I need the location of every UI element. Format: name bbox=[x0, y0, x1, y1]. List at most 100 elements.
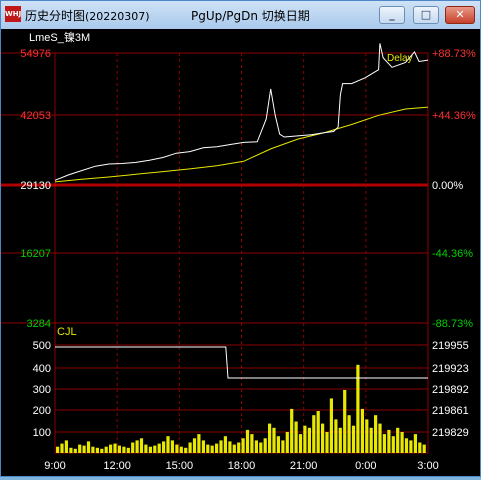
volume-bar bbox=[312, 415, 316, 453]
left-axis-labels: 54976 42053 29130 16207 3284 500 400 300 200 100 bbox=[20, 48, 51, 439]
chart-grid bbox=[1, 52, 429, 454]
percent-tick-label: -88.73% bbox=[432, 318, 473, 330]
volume-bar bbox=[321, 423, 325, 453]
time-tick-label: 0:00 bbox=[355, 460, 376, 472]
volume-bar bbox=[316, 411, 320, 453]
time-tick-label: 9:00 bbox=[44, 460, 65, 472]
position-tick-label: 219955 bbox=[432, 340, 469, 352]
volume-bar bbox=[281, 440, 285, 453]
volume-bar bbox=[157, 443, 161, 453]
volume-bar bbox=[329, 398, 333, 453]
volume-bar bbox=[334, 419, 338, 453]
volume-bar bbox=[360, 408, 364, 453]
volume-bar bbox=[290, 408, 294, 453]
volume-bar bbox=[104, 446, 108, 453]
volume-bar bbox=[192, 438, 197, 453]
volume-bar bbox=[86, 441, 91, 453]
volume-bar bbox=[109, 444, 113, 453]
volume-bar bbox=[365, 419, 369, 453]
right-axis-labels: +88.73% +44.36% 0.00% -44.36% -88.73% 219955 2… bbox=[432, 48, 476, 439]
volume-bar bbox=[91, 446, 95, 453]
volume-bar bbox=[347, 415, 351, 453]
position-tick-label: 219861 bbox=[432, 405, 469, 417]
position-tick-label: 219923 bbox=[432, 363, 469, 375]
volume-bar bbox=[113, 443, 117, 453]
volume-tick-label: 200 bbox=[33, 405, 51, 417]
volume-bar bbox=[219, 440, 223, 453]
window-title-date: (20220307) bbox=[85, 10, 150, 23]
volume-bar bbox=[250, 434, 254, 453]
minimize-button[interactable]: _ bbox=[379, 6, 405, 24]
volume-bar bbox=[400, 432, 404, 453]
volume-bar bbox=[338, 427, 342, 453]
volume-bar bbox=[254, 440, 258, 453]
volume-bar bbox=[166, 436, 170, 453]
time-tick-label: 21:00 bbox=[290, 460, 318, 472]
volume-tick-label: 400 bbox=[33, 363, 51, 375]
volume-bar bbox=[144, 444, 148, 453]
percent-tick-label: +88.73% bbox=[432, 48, 476, 60]
volume-bar bbox=[139, 438, 144, 453]
time-tick-label: 12:00 bbox=[103, 460, 131, 472]
price-tick-label: 42053 bbox=[20, 110, 51, 122]
volume-bar bbox=[378, 423, 382, 453]
time-tick-label: 3:00 bbox=[417, 460, 438, 472]
volume-bar bbox=[409, 440, 413, 453]
volume-bar bbox=[343, 390, 347, 453]
volume-bar bbox=[241, 438, 245, 453]
volume-bar bbox=[135, 440, 139, 453]
volume-bar bbox=[391, 436, 395, 453]
volume-bar bbox=[285, 432, 289, 453]
volume-bar bbox=[95, 447, 99, 454]
volume-bar bbox=[325, 432, 329, 453]
volume-bar bbox=[60, 443, 64, 453]
chart-area[interactable]: LmeS_镍3M Delay CJL 54976 42053 29130 16207 3… bbox=[1, 29, 480, 476]
volume-bar bbox=[374, 415, 378, 453]
app-logo-icon: WHJ bbox=[5, 6, 21, 22]
maximize-button[interactable]: □ bbox=[413, 6, 439, 24]
percent-tick-label: -44.36% bbox=[432, 248, 473, 260]
volume-bar bbox=[184, 447, 188, 454]
volume-bar bbox=[422, 444, 426, 453]
volume-bar bbox=[126, 447, 130, 454]
history-minute-chart-window: WHJ 历史分时图(20220307) PgUp/PgDn 切换日期 _ □ ✕… bbox=[0, 0, 481, 477]
volume-bar bbox=[413, 434, 417, 453]
volume-bar bbox=[210, 445, 214, 453]
close-button[interactable]: ✕ bbox=[445, 6, 475, 24]
volume-bar bbox=[396, 427, 400, 453]
position-tick-label: 219829 bbox=[432, 427, 469, 439]
volume-bar bbox=[232, 444, 236, 453]
window-title: 历史分时图(20220307) bbox=[25, 7, 150, 24]
time-axis-labels: 9:00 12:00 15:00 18:00 21:00 0:00 3:00 bbox=[44, 460, 438, 472]
window-title-main: 历史分时图 bbox=[25, 9, 86, 23]
volume-bar bbox=[188, 442, 192, 453]
volume-bar bbox=[387, 429, 391, 453]
page-switch-hint: PgUp/PgDn 切换日期 bbox=[191, 9, 310, 23]
volume-bar bbox=[228, 441, 232, 453]
instrument-label: LmeS_镍3M bbox=[29, 30, 90, 44]
volume-bar bbox=[153, 445, 157, 453]
volume-bar bbox=[201, 440, 205, 453]
volume-bar bbox=[268, 423, 272, 453]
volume-tick-label: 300 bbox=[33, 384, 51, 396]
volume-bar bbox=[162, 441, 166, 453]
title-bar[interactable]: WHJ 历史分时图(20220307) PgUp/PgDn 切换日期 _ □ ✕ bbox=[1, 1, 480, 29]
volume-bar bbox=[131, 442, 135, 453]
volume-bar bbox=[298, 434, 303, 453]
position-tick-label: 219892 bbox=[432, 384, 469, 396]
volume-bar bbox=[303, 425, 307, 453]
percent-tick-label: 0.00% bbox=[432, 180, 463, 192]
price-tick-label: 29130 bbox=[20, 180, 51, 192]
volume-bar bbox=[237, 442, 241, 453]
volume-bar bbox=[64, 440, 68, 453]
price-tick-label: 54976 bbox=[20, 48, 51, 60]
volume-tick-label: 500 bbox=[33, 340, 51, 352]
volume-tick-label: 100 bbox=[33, 427, 51, 439]
volume-bar bbox=[170, 440, 174, 453]
volume-bar bbox=[404, 438, 409, 453]
volume-bar bbox=[215, 443, 219, 453]
time-tick-label: 15:00 bbox=[166, 460, 194, 472]
volume-bar bbox=[259, 442, 263, 453]
chart-svg[interactable]: LmeS_镍3M Delay CJL 549764205329130162073… bbox=[1, 29, 480, 476]
volume-bar bbox=[223, 436, 227, 453]
